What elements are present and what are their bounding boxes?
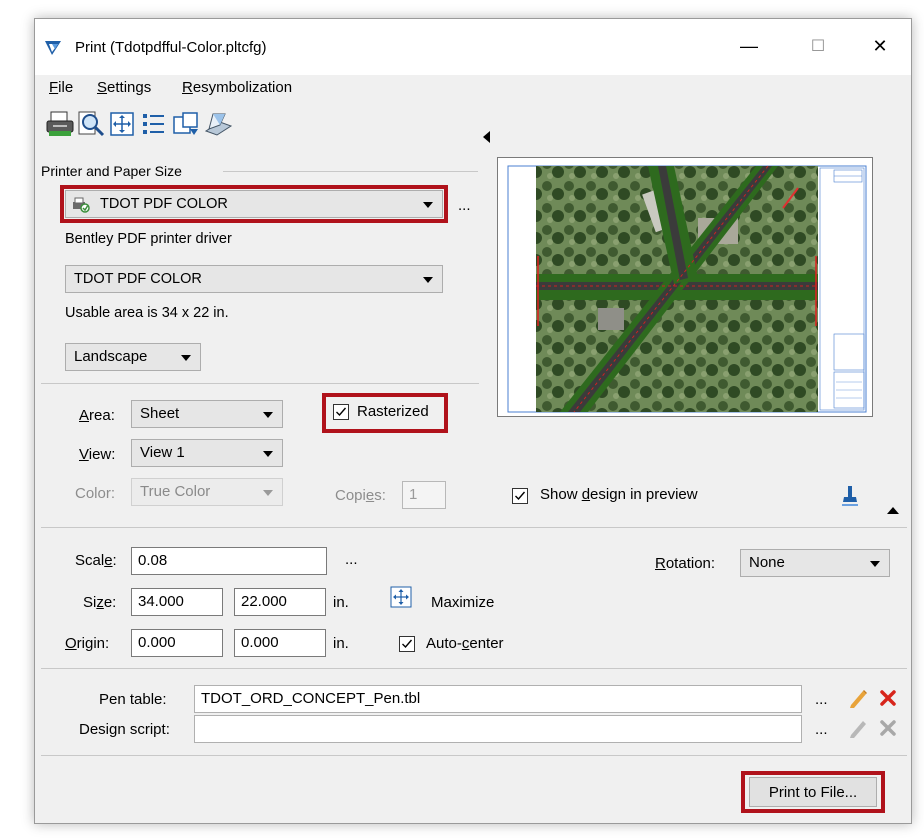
preview-zoom-icon[interactable]	[76, 109, 106, 139]
menu-file[interactable]: File	[49, 79, 73, 96]
design-script-input[interactable]	[194, 715, 802, 743]
orientation-select[interactable]: Landscape	[65, 343, 201, 371]
rotation-select[interactable]: None	[740, 549, 890, 577]
menu-bar: File Settings Resymbolization	[35, 75, 911, 101]
fit-view-icon[interactable]	[107, 109, 137, 139]
autocenter-label: Auto-center	[426, 635, 504, 652]
section-divider	[41, 383, 479, 384]
color-label: Color:	[75, 485, 116, 502]
print-dialog: Print (Tdotpdfful-Color.pltcfg) — ☐ ✕ Fi…	[34, 18, 912, 824]
section-divider	[223, 171, 478, 172]
edit-pen-table-icon[interactable]	[847, 687, 869, 709]
show-design-checkbox[interactable]	[512, 488, 528, 504]
area-select[interactable]: Sheet	[131, 400, 283, 428]
usable-area-text: Usable area is 34 x 22 in.	[65, 305, 229, 321]
rasterized-label: Rasterized	[357, 403, 429, 420]
section-divider	[41, 668, 907, 669]
maximize-icon[interactable]	[390, 586, 412, 608]
design-script-more-button[interactable]: ...	[815, 721, 828, 738]
rasterized-checkbox[interactable]	[333, 404, 349, 420]
preview-image	[507, 165, 867, 413]
color-select: True Color	[131, 478, 283, 506]
section-divider	[41, 527, 907, 528]
view-select[interactable]: View 1	[131, 439, 283, 467]
design-script-label: Design script:	[79, 721, 170, 738]
list-icon[interactable]	[139, 109, 169, 139]
print-preview	[497, 157, 873, 417]
collapse-left-icon[interactable]	[483, 131, 490, 143]
print-button-highlight	[741, 771, 885, 813]
rotation-label: Rotation:	[655, 555, 716, 572]
copies-label: Copies:	[335, 487, 386, 504]
print-icon[interactable]	[45, 109, 75, 139]
print-to-file-icon[interactable]	[203, 109, 233, 139]
collapse-up-icon[interactable]	[887, 507, 899, 514]
size-height-input[interactable]: 22.000	[234, 588, 326, 616]
brush-icon[interactable]	[841, 485, 859, 507]
view-label: View:	[79, 446, 116, 463]
origin-label: Origin:	[65, 635, 110, 652]
pen-table-more-button[interactable]: ...	[815, 691, 828, 708]
pen-table-label: Pen table:	[99, 691, 167, 708]
section-divider	[41, 755, 907, 756]
delete-design-script-icon	[880, 720, 896, 736]
driver-text: Bentley PDF printer driver	[65, 231, 232, 247]
delete-pen-table-icon[interactable]	[879, 689, 897, 707]
area-label: Area:	[79, 407, 115, 424]
window-title: Print (Tdotpdfful-Color.pltcfg)	[75, 39, 267, 56]
paper-select[interactable]: TDOT PDF COLOR	[65, 265, 443, 293]
menu-settings[interactable]: Settings	[97, 79, 151, 96]
maximize-label[interactable]: Maximize	[431, 594, 494, 611]
scale-label: Scale:	[75, 552, 117, 569]
edit-design-script-icon	[850, 721, 866, 738]
autocenter-checkbox[interactable]	[399, 636, 415, 652]
scale-input[interactable]: 0.08	[131, 547, 327, 575]
page-setup-icon[interactable]	[171, 109, 201, 139]
scale-more-button[interactable]: ...	[345, 551, 358, 568]
printer-select-highlight	[60, 185, 448, 223]
pen-table-input[interactable]: TDOT_ORD_CONCEPT_Pen.tbl	[194, 685, 802, 713]
close-button[interactable]: ✕	[857, 29, 903, 63]
menu-resymbolization[interactable]: Resymbolization	[182, 79, 292, 96]
size-label: Size:	[83, 594, 117, 611]
show-design-label: Show design in preview	[540, 486, 698, 503]
maximize-button[interactable]: ☐	[795, 29, 841, 63]
app-icon	[45, 41, 61, 55]
copies-input: 1	[402, 481, 446, 509]
printer-more-button[interactable]: ...	[458, 197, 471, 214]
size-width-input[interactable]: 34.000	[131, 588, 223, 616]
origin-unit: in.	[333, 635, 349, 652]
origin-x-input[interactable]: 0.000	[131, 629, 223, 657]
title-bar: Print (Tdotpdfful-Color.pltcfg) — ☐ ✕	[35, 19, 911, 75]
origin-y-input[interactable]: 0.000	[234, 629, 326, 657]
toolbar	[45, 109, 911, 143]
printer-section-label: Printer and Paper Size	[41, 163, 182, 179]
size-unit: in.	[333, 594, 349, 611]
minimize-button[interactable]: —	[726, 29, 772, 63]
